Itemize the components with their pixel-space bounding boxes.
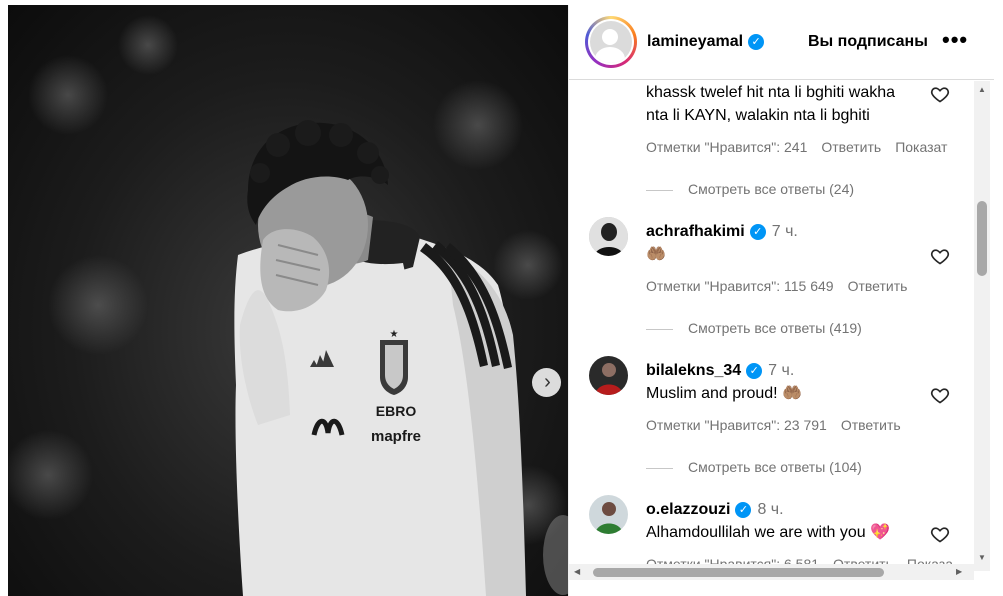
author-username[interactable]: lamineyamal ✓ — [647, 33, 765, 51]
comment-body: 🤲🏽 — [646, 246, 666, 263]
more-options-icon[interactable]: ••• — [942, 27, 968, 53]
likes-count[interactable]: Отметки "Нравится": 241 — [646, 139, 807, 155]
verified-badge-icon: ✓ — [746, 362, 763, 379]
comments-list[interactable]: khassk twelef hit nta li bghiti wakha nt… — [569, 81, 994, 571]
heart-like-icon[interactable] — [930, 246, 950, 266]
comment-text-line: nta li KAYN, walakin nta li bghiti — [646, 107, 870, 124]
comment-body: Muslim and proud! 🤲🏽 — [646, 385, 802, 402]
heart-like-icon[interactable] — [930, 385, 950, 405]
horizontal-scroll-thumb[interactable] — [593, 568, 884, 577]
verified-badge-icon: ✓ — [748, 33, 765, 50]
view-replies-button[interactable]: Смотреть все ответы (104) — [646, 459, 862, 475]
verified-badge-icon: ✓ — [749, 223, 766, 240]
post-photo[interactable]: ★ EBRO mapfre › — [8, 5, 568, 596]
scroll-left-arrow-icon[interactable]: ◀ — [574, 567, 580, 576]
commenter-username[interactable]: bilalekns_34 — [646, 362, 741, 379]
verified-badge-icon: ✓ — [735, 501, 752, 518]
comment-time[interactable]: 7 ч. — [768, 362, 794, 379]
comment-meta: Отметки "Нравится": 23 791 Ответить — [646, 417, 915, 433]
translate-button[interactable]: Показат — [895, 139, 947, 155]
reply-button[interactable]: Ответить — [841, 417, 901, 433]
instagram-post-window: ★ EBRO mapfre › lamineyamal ✓ Вы подписан… — [0, 0, 1003, 596]
vertical-scrollbar[interactable]: ▲ ▼ — [974, 81, 990, 571]
reply-button[interactable]: Ответить — [821, 139, 881, 155]
comment-text: achrafhakimi ✓ 7 ч. 🤲🏽 — [646, 220, 798, 266]
comment-text: khassk twelef hit nta li bghiti wakha nt… — [646, 81, 895, 127]
author-avatar[interactable] — [585, 16, 637, 68]
next-photo-button[interactable]: › — [532, 368, 561, 397]
comment-text-line: khassk twelef hit nta li bghiti wakha — [646, 84, 896, 101]
player-photo-illustration: ★ EBRO mapfre — [8, 15, 568, 596]
likes-count[interactable]: Отметки "Нравится": 115 649 — [646, 278, 834, 294]
scroll-right-arrow-icon[interactable]: ▶ — [956, 567, 962, 576]
comment-text: o.elazzouzi ✓ 8 ч. Alhamdoullilah we are w… — [646, 498, 890, 544]
comment-time[interactable]: 7 ч. — [772, 223, 798, 240]
comment-time[interactable]: 8 ч. — [757, 501, 783, 518]
view-replies-button[interactable]: Смотреть все ответы (24) — [646, 181, 854, 197]
commenter-avatar[interactable] — [589, 356, 628, 395]
post-header: lamineyamal ✓ Вы подписаны ••• — [569, 5, 994, 80]
likes-count[interactable]: Отметки "Нравится": 23 791 — [646, 417, 827, 433]
avatar-photo-icon — [589, 217, 628, 256]
horizontal-scrollbar[interactable]: ◀ ▶ — [569, 564, 974, 580]
scroll-up-arrow-icon[interactable]: ▲ — [978, 85, 986, 94]
avatar-photo-icon — [589, 495, 628, 534]
avatar-photo-icon — [589, 356, 628, 395]
reply-button[interactable]: Ответить — [848, 278, 908, 294]
scroll-down-arrow-icon[interactable]: ▼ — [978, 553, 986, 562]
chevron-right-icon: › — [544, 370, 551, 393]
author-username-text[interactable]: lamineyamal — [647, 33, 743, 50]
comment-meta: Отметки "Нравится": 241 Ответить Показат — [646, 139, 961, 155]
comment-meta: Отметки "Нравится": 115 649 Ответить — [646, 278, 921, 294]
sponsor-text-mapfre: mapfre — [371, 428, 421, 445]
comment-text: bilalekns_34 ✓ 7 ч. Muslim and proud! 🤲🏽 — [646, 359, 802, 405]
heart-like-icon[interactable] — [930, 524, 950, 544]
svg-text:★: ★ — [390, 329, 399, 340]
sponsor-text-ebro: EBRO — [376, 403, 417, 419]
vertical-scroll-thumb[interactable] — [977, 201, 987, 276]
commenter-username[interactable]: achrafhakimi — [646, 223, 745, 240]
heart-like-icon[interactable] — [930, 84, 950, 104]
commenter-avatar[interactable] — [589, 217, 628, 256]
commenter-avatar[interactable] — [589, 495, 628, 534]
comment-body: Alhamdoullilah we are with you 💖 — [646, 524, 891, 541]
post-side-panel: lamineyamal ✓ Вы подписаны ••• khassk twe… — [568, 5, 994, 596]
following-button[interactable]: Вы подписаны — [808, 33, 928, 51]
view-replies-button[interactable]: Смотреть все ответы (419) — [646, 320, 862, 336]
commenter-username[interactable]: o.elazzouzi — [646, 501, 730, 518]
avatar-placeholder-icon — [590, 21, 632, 63]
